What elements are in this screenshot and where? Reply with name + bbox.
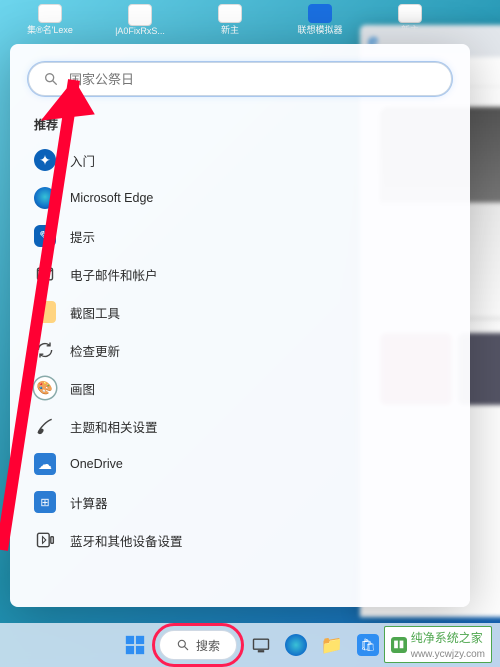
app-paint-icon (34, 377, 56, 399)
taskbar-search[interactable]: 搜索 (159, 630, 237, 660)
search-bar[interactable] (28, 62, 452, 96)
recommended-item-app-intro[interactable]: ✦ 入门 (28, 141, 452, 179)
taskbar-app-edge[interactable] (285, 634, 307, 656)
watermark-brand: 纯净系统之家 (411, 629, 485, 646)
app-edge-icon (34, 187, 56, 209)
task-view-button[interactable] (247, 631, 275, 659)
taskbar-app-store[interactable]: 🛍 (357, 634, 379, 656)
watermark: ▮▮ 纯净系统之家 www.ycwjzy.com (384, 626, 492, 663)
recommended-item-label: OneDrive (70, 457, 123, 471)
desktop-shortcut[interactable]: 联想模拟器 (290, 4, 350, 36)
app-intro-icon: ✦ (34, 149, 56, 171)
recommended-list: ✦ 入门 Microsoft Edge ✎ 提示电子邮件和帐户截图工具检查更新画图主题和… (28, 141, 452, 559)
recommended-item-label: 画图 (70, 379, 95, 398)
recommended-item-label: Microsoft Edge (70, 191, 153, 205)
start-search-panel: 推荐 ✦ 入门 Microsoft Edge ✎ 提示电子邮件和帐户截图工具检查更新画图… (10, 44, 470, 607)
recommended-item-label: 蓝牙和其他设备设置 (70, 531, 183, 550)
recommended-item-label: 提示 (70, 227, 95, 246)
desktop-shortcut[interactable]: |A0FixRxS... (110, 4, 170, 36)
start-button[interactable] (121, 631, 149, 659)
desktop-shortcut[interactable]: 新主 (200, 4, 260, 36)
recommended-item-label: 检查更新 (70, 341, 120, 360)
recommended-item-app-theme[interactable]: 主题和相关设置 (28, 407, 452, 445)
recommended-item-app-update[interactable]: 检查更新 (28, 331, 452, 369)
recommended-item-app-edge[interactable]: Microsoft Edge (28, 179, 452, 217)
recommended-item-app-snip[interactable]: 截图工具 (28, 293, 452, 331)
app-update-icon (34, 339, 56, 361)
app-theme-icon (34, 415, 56, 437)
search-icon (43, 71, 59, 87)
recommended-item-app-mail[interactable]: 电子邮件和帐户 (28, 255, 452, 293)
recommended-item-label: 计算器 (70, 493, 108, 512)
taskbar-search-label: 搜索 (196, 637, 220, 654)
app-calc-icon: ⊞ (34, 491, 56, 513)
app-onedrive-icon: ☁ (34, 453, 56, 475)
recommended-item-app-paint[interactable]: 画图 (28, 369, 452, 407)
search-icon (176, 638, 190, 652)
recommended-item-label: 入门 (70, 151, 95, 170)
recommended-item-label: 电子邮件和帐户 (70, 265, 158, 284)
search-input[interactable] (69, 72, 437, 87)
taskview-icon (251, 635, 271, 655)
recommended-item-label: 截图工具 (70, 303, 120, 322)
recommended-item-app-onedrive[interactable]: ☁ OneDrive (28, 445, 452, 483)
watermark-logo-icon: ▮▮ (391, 637, 407, 653)
app-mail-icon (34, 263, 56, 285)
recommended-heading: 推荐 (34, 116, 452, 133)
recommended-item-label: 主题和相关设置 (70, 417, 158, 436)
recommended-item-app-tips[interactable]: ✎ 提示 (28, 217, 452, 255)
windows-logo-icon (124, 634, 146, 656)
recommended-item-app-bluetooth[interactable]: 蓝牙和其他设备设置 (28, 521, 452, 559)
taskbar-app-file-explorer[interactable]: 📁 (317, 630, 347, 660)
app-tips-icon: ✎ (34, 225, 56, 247)
app-snip-icon (34, 301, 56, 323)
app-bluetooth-icon (34, 529, 56, 551)
desktop-shortcut[interactable]: 集®名'Lexe (20, 4, 80, 36)
recommended-item-app-calc[interactable]: ⊞ 计算器 (28, 483, 452, 521)
watermark-url: www.ycwjzy.com (411, 649, 485, 660)
